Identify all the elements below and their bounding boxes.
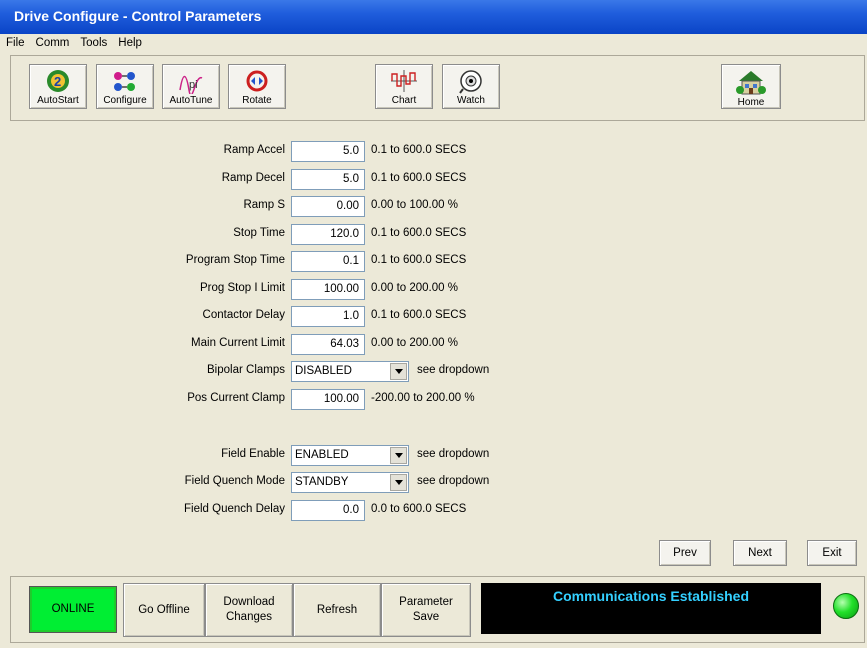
svg-text:2: 2: [54, 74, 61, 89]
autostart-icon: 2: [47, 70, 69, 92]
menu-tools[interactable]: Tools: [74, 34, 112, 49]
field-quench-delay-label: Field Quench Delay: [184, 503, 285, 515]
pos-current-clamp-input[interactable]: 100.00: [291, 389, 365, 410]
autotune-label: AutoTune: [169, 95, 213, 106]
ramp-decel-input[interactable]: 5.0: [291, 169, 365, 190]
field-enable-value: ENABLED: [295, 449, 349, 461]
parameter-save-button[interactable]: Parameter Save: [381, 583, 471, 637]
toolbar: 2 AutoStart Configure pi AutoTune Rotate…: [10, 55, 865, 121]
field-quench-mode-dropdown[interactable]: STANDBY: [291, 472, 409, 493]
field-enable-range: see dropdown: [417, 448, 490, 460]
field-quench-delay-range: 0.0 to 600.0 SECS: [371, 503, 467, 515]
main-current-limit-label: Main Current Limit: [191, 337, 285, 349]
pos-current-clamp-label: Pos Current Clamp: [187, 392, 285, 404]
exit-button[interactable]: Exit: [807, 540, 857, 566]
menu-help[interactable]: Help: [112, 34, 147, 49]
main-current-limit-input[interactable]: 64.03: [291, 334, 365, 355]
prog-stop-i-limit-label: Prog Stop I Limit: [199, 282, 285, 294]
go-offline-button[interactable]: Go Offline: [123, 583, 205, 637]
ramp-accel-label: Ramp Accel: [223, 144, 285, 156]
chevron-down-icon[interactable]: [390, 447, 407, 464]
stop-time-range: 0.1 to 600.0 SECS: [371, 227, 467, 239]
status-led-icon: [833, 593, 859, 619]
field-quench-mode-label: Field Quench Mode: [184, 475, 285, 487]
refresh-button[interactable]: Refresh: [293, 583, 381, 637]
configure-button[interactable]: Configure: [96, 64, 154, 109]
bipolar-clamps-range: see dropdown: [417, 364, 490, 376]
contactor-delay-label: Contactor Delay: [202, 309, 285, 321]
download-label-line1: Download: [223, 596, 275, 608]
contactor-delay-input[interactable]: 1.0: [291, 306, 365, 327]
watch-label: Watch: [457, 95, 485, 106]
autostart-button[interactable]: 2 AutoStart: [29, 64, 87, 109]
chevron-down-icon[interactable]: [390, 474, 407, 491]
home-button[interactable]: Home: [721, 64, 781, 109]
ramp-s-input[interactable]: 0.00: [291, 196, 365, 217]
rotate-button[interactable]: Rotate: [228, 64, 286, 109]
ramp-decel-label: Ramp Decel: [221, 172, 285, 184]
rotate-label: Rotate: [242, 95, 272, 106]
status-message: Communications Established: [481, 583, 821, 634]
menu-bar: File Comm Tools Help: [0, 34, 867, 54]
configure-label: Configure: [103, 95, 147, 106]
parameter-save-line2: Save: [412, 611, 440, 623]
stop-time-input[interactable]: 120.0: [291, 224, 365, 245]
svg-text:pi: pi: [189, 79, 198, 91]
ramp-accel-range: 0.1 to 600.0 SECS: [371, 144, 467, 156]
program-stop-time-label: Program Stop Time: [185, 254, 285, 266]
field-quench-mode-value: STANDBY: [295, 476, 349, 488]
chart-label: Chart: [391, 95, 417, 106]
watch-icon: [459, 70, 482, 94]
ramp-accel-input[interactable]: 5.0: [291, 141, 365, 162]
bipolar-clamps-value: DISABLED: [295, 365, 352, 377]
autotune-icon: pi: [179, 75, 203, 94]
menu-file[interactable]: File: [0, 34, 30, 49]
autotune-button[interactable]: pi AutoTune: [162, 64, 220, 109]
stop-time-label: Stop Time: [233, 227, 285, 239]
online-indicator[interactable]: ONLINE: [29, 586, 117, 633]
field-quench-mode-range: see dropdown: [417, 475, 490, 487]
field-quench-delay-input[interactable]: 0.0: [291, 500, 365, 521]
ramp-s-range: 0.00 to 100.00 %: [371, 199, 458, 211]
watch-button[interactable]: Watch: [442, 64, 500, 109]
pos-current-clamp-range: -200.00 to 200.00 %: [371, 392, 475, 404]
autostart-label: AutoStart: [37, 95, 79, 106]
program-stop-time-range: 0.1 to 600.0 SECS: [371, 254, 467, 266]
home-label: Home: [737, 97, 765, 108]
prev-button[interactable]: Prev: [659, 540, 711, 566]
chart-button[interactable]: Chart: [375, 64, 433, 109]
control-parameters-panel: Ramp Accel 5.0 0.1 to 600.0 SECS Ramp De…: [10, 123, 865, 571]
ramp-decel-range: 0.1 to 600.0 SECS: [371, 172, 467, 184]
main-current-limit-range: 0.00 to 200.00 %: [371, 337, 458, 349]
field-enable-dropdown[interactable]: ENABLED: [291, 445, 409, 466]
rotate-icon: [246, 70, 268, 92]
menu-comm[interactable]: Comm: [30, 34, 75, 49]
contactor-delay-range: 0.1 to 600.0 SECS: [371, 309, 467, 321]
prog-stop-i-limit-input[interactable]: 100.00: [291, 279, 365, 300]
chart-icon: [391, 70, 417, 92]
bipolar-clamps-label: Bipolar Clamps: [207, 364, 285, 376]
prog-stop-i-limit-range: 0.00 to 200.00 %: [371, 282, 458, 294]
download-label-line2: Changes: [225, 611, 273, 623]
program-stop-time-input[interactable]: 0.1: [291, 251, 365, 272]
parameter-save-line1: Parameter: [399, 596, 453, 608]
ramp-s-label: Ramp S: [243, 199, 285, 211]
status-bar: ONLINE Go Offline Download Changes Refres…: [10, 576, 865, 643]
configure-icon: [114, 72, 135, 91]
chevron-down-icon[interactable]: [390, 363, 407, 380]
download-changes-button[interactable]: Download Changes: [205, 583, 293, 637]
bipolar-clamps-dropdown[interactable]: DISABLED: [291, 361, 409, 382]
window-title: Drive Configure - Control Parameters: [0, 0, 867, 34]
home-icon: [736, 71, 766, 95]
next-button[interactable]: Next: [733, 540, 787, 566]
field-enable-label: Field Enable: [221, 448, 285, 460]
